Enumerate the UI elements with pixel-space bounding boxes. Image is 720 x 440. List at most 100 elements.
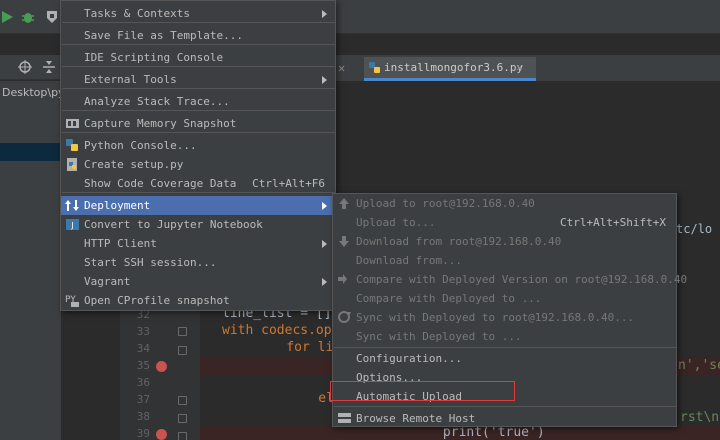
deployment-menu-item-configuration[interactable]: Configuration... [333, 349, 676, 368]
deployment-menu-item-upload-to-root-192-168-0-40[interactable]: Upload to root@192.168.0.40 [333, 194, 676, 213]
project-panel [0, 81, 62, 440]
deployment-menu-item-download-from-root-192-168-0-40[interactable]: Download from root@192.168.0.40 [333, 232, 676, 251]
tools-menu-item-analyze-stack-trace[interactable]: Analyze Stack Trace... [61, 92, 335, 111]
line-number: 37 [136, 393, 150, 406]
tools-menu-item-tasks-contexts[interactable]: Tasks & Contexts [61, 4, 335, 23]
submenu-arrow-icon [322, 201, 327, 210]
run-icon[interactable] [0, 9, 16, 25]
menu-item-label: Vagrant [84, 275, 131, 288]
menu-item-shortcut: Ctrl+Alt+Shift+X [560, 216, 666, 229]
submenu-arrow-icon [322, 239, 327, 248]
python-file-icon [67, 158, 77, 171]
target-icon[interactable] [18, 60, 32, 74]
breakpoint-icon[interactable] [156, 429, 167, 440]
line-number: 33 [136, 325, 150, 338]
upload-icon [339, 198, 349, 209]
menu-item-label: Show Code Coverage Data [84, 177, 237, 190]
deployment-icon [65, 200, 79, 211]
tools-menu-item-save-file-as-template[interactable]: Save File as Template... [61, 26, 335, 45]
menu-separator [334, 347, 677, 348]
menu-item-label: Start SSH session... [84, 256, 217, 269]
tab-label: installmongofor3.6.py [384, 61, 524, 74]
tools-menu-item-deployment[interactable]: Deployment [61, 196, 335, 215]
line-number: 34 [136, 342, 150, 355]
deployment-menu-item-compare-with-deployed-to[interactable]: Compare with Deployed to ... [333, 289, 676, 308]
submenu-arrow-icon [322, 9, 327, 18]
python-file-icon [369, 62, 380, 73]
fold-marker-icon[interactable] [178, 414, 187, 423]
menu-item-label: Open CProfile snapshot [84, 294, 230, 307]
menu-item-label: Browse Remote Host [356, 412, 476, 425]
tools-menu-item-capture-memory-snapshot[interactable]: Capture Memory Snapshot [61, 114, 335, 133]
line-number: 39 [136, 427, 150, 440]
deployment-menu-item-sync-with-deployed-to[interactable]: Sync with Deployed to ... [333, 327, 676, 346]
python-console-icon [66, 139, 78, 151]
close-tab-icon[interactable]: ✕ [338, 61, 345, 75]
project-path: Desktop\py [2, 86, 65, 99]
fold-marker-icon[interactable] [178, 432, 187, 440]
tools-menu-item-http-client[interactable]: HTTP Client [61, 234, 335, 253]
fold-marker-icon[interactable] [178, 327, 187, 336]
close-tab-icon[interactable]: ✕ [516, 61, 523, 74]
sync-icon [338, 311, 351, 323]
menu-item-label: Compare with Deployed to ... [356, 292, 542, 305]
submenu-arrow-icon [322, 277, 327, 286]
line-number: 36 [136, 376, 150, 389]
svg-text:J: J [70, 221, 73, 230]
coverage-icon[interactable] [44, 9, 60, 25]
tools-menu-item-external-tools[interactable]: External Tools [61, 70, 335, 89]
menu-item-label: Sync with Deployed to ... [356, 330, 522, 343]
deployment-menu-item-sync-with-deployed-to-root-192-168-0-40[interactable]: Sync with Deployed to root@192.168.0.40.… [333, 308, 676, 327]
ide-window: Desktop\py ✕ installmongofor3.6.py ✕ 32 3… [0, 0, 720, 440]
code-fragment: tc/lo [676, 222, 713, 236]
menu-item-label: Create setup.py [84, 158, 184, 171]
tools-menu-item-show-code-coverage-data[interactable]: Show Code Coverage Data Ctrl+Alt+F6 [61, 174, 335, 193]
menu-item-label: Tasks & Contexts [84, 7, 190, 20]
menu-item-label: Download from... [356, 254, 462, 267]
fold-marker-icon[interactable] [178, 396, 187, 405]
line-number: 35 [136, 359, 150, 372]
menu-item-label: Python Console... [84, 139, 197, 152]
tools-menu-item-start-ssh-session[interactable]: Start SSH session... [61, 253, 335, 272]
deployment-menu-item-upload-to[interactable]: Upload to... Ctrl+Alt+Shift+X [333, 213, 676, 232]
editor-tabs: ✕ installmongofor3.6.py ✕ [336, 57, 720, 81]
tools-menu-item-ide-scripting-console[interactable]: IDE Scripting Console [61, 48, 335, 67]
deployment-menu-item-compare-with-deployed-version-on-root-192-168-0-40[interactable]: Compare with Deployed Version on root@19… [333, 270, 687, 289]
remote-host-icon [338, 413, 351, 423]
code-fragment: rst\n [680, 410, 720, 425]
deployment-menu-item-download-from[interactable]: Download from... [333, 251, 676, 270]
menu-item-label: HTTP Client [84, 237, 157, 250]
compare-icon [338, 274, 347, 284]
download-icon [339, 236, 349, 247]
tools-menu-item-open-cprofile-snapshot[interactable]: PY Open CProfile snapshot [61, 291, 335, 310]
menu-item-label: Upload to... [356, 216, 436, 229]
menu-separator [334, 406, 677, 407]
tools-menu-item-convert-to-jupyter-notebook[interactable]: J Convert to Jupyter Notebook [61, 215, 335, 234]
menu-item-label: Sync with Deployed to root@192.168.0.40.… [356, 311, 635, 324]
deployment-menu-item-browse-remote-host[interactable]: Browse Remote Host [333, 409, 676, 428]
project-selected-row[interactable] [0, 143, 62, 161]
annotation-highlight-box [330, 381, 515, 401]
jupyter-icon: J [66, 219, 79, 230]
tab-installmongo[interactable]: installmongofor3.6.py ✕ [364, 57, 536, 81]
menu-item-label: Analyze Stack Trace... [84, 95, 230, 108]
memory-snapshot-icon [66, 119, 79, 128]
menu-item-label: Convert to Jupyter Notebook [84, 218, 263, 231]
menu-item-label: Compare with Deployed Version on root@19… [356, 273, 688, 286]
menu-item-label: Configuration... [356, 352, 462, 365]
tools-menu-item-vagrant[interactable]: Vagrant [61, 272, 335, 291]
fold-marker-icon[interactable] [178, 346, 187, 355]
tools-menu-item-create-setup-py[interactable]: Create setup.py [61, 155, 335, 174]
menu-item-label: External Tools [84, 73, 177, 86]
code-fragment: n','se [678, 358, 720, 373]
collapse-icon[interactable] [42, 60, 56, 74]
tools-menu-item-python-console[interactable]: Python Console... [61, 136, 335, 155]
submenu-arrow-icon [322, 75, 327, 84]
menu-item-label: Capture Memory Snapshot [84, 117, 237, 130]
breakpoint-icon[interactable] [156, 361, 167, 372]
menu-item-label: Save File as Template... [84, 29, 243, 42]
line-number: 38 [136, 410, 150, 423]
menu-item-label: Download from root@192.168.0.40 [356, 235, 562, 248]
code-line: with codecs.op [222, 323, 332, 338]
debug-icon[interactable] [20, 9, 36, 25]
